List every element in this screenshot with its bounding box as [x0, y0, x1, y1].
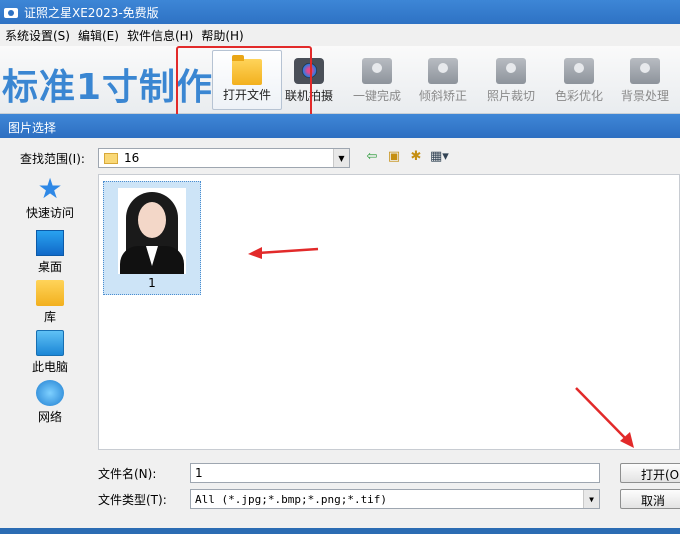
folder-icon	[104, 152, 118, 164]
file-name: 1	[148, 276, 156, 290]
camera-capture-label: 联机拍摄	[284, 89, 333, 103]
toolbar: 标准1寸制作 打开文件 联机拍摄 一键完成 倾斜矫正 照片裁切 色彩优化 背景处…	[0, 46, 680, 114]
place-label: 网络	[37, 410, 62, 424]
file-name-label: 文件名(N):	[98, 467, 157, 481]
up-folder-icon[interactable]: ▣	[386, 149, 402, 165]
menu-edit[interactable]: 编辑(E)	[75, 27, 122, 44]
color-optimize-label: 色彩优化	[554, 89, 603, 103]
color-icon	[564, 58, 594, 84]
star-icon: ★	[37, 172, 63, 205]
title-bar: 证照之星XE2023-免费版	[0, 0, 680, 24]
open-button[interactable]: 打开(O)	[620, 463, 680, 483]
crop-icon	[496, 58, 526, 84]
library-icon	[36, 280, 64, 306]
file-dialog: 查找范围(I): 16 ▼ ⇦ ▣ ✱ ▦▾ ★ 快速访问 桌面 库 此电脑 网…	[0, 138, 680, 528]
place-label: 快速访问	[25, 206, 74, 220]
places-bar: ★ 快速访问 桌面 库 此电脑 网络	[20, 172, 80, 432]
one-click-button[interactable]: 一键完成	[342, 50, 412, 110]
window-title: 证照之星XE2023-免费版	[24, 5, 159, 20]
place-desktop[interactable]: 桌面	[20, 230, 80, 275]
photo-crop-button[interactable]: 照片裁切	[476, 50, 546, 110]
file-type-value: All (*.jpg;*.bmp;*.png;*.tif)	[195, 493, 388, 506]
file-item[interactable]: 1	[103, 181, 201, 295]
camera-capture-button[interactable]: 联机拍摄	[274, 50, 344, 110]
background-process-button[interactable]: 背景处理	[610, 50, 680, 110]
back-arrow-icon[interactable]: ⇦	[364, 149, 380, 165]
file-type-label: 文件类型(T):	[98, 493, 167, 507]
menu-system-settings[interactable]: 系统设置(S)	[2, 27, 73, 44]
open-file-button[interactable]: 打开文件	[212, 50, 282, 110]
place-quick-access[interactable]: ★ 快速访问	[20, 172, 80, 221]
open-file-label: 打开文件	[222, 88, 271, 102]
menu-help[interactable]: 帮助(H)	[198, 27, 246, 44]
brand-title: 标准1寸制作	[2, 67, 214, 108]
photo-thumbnail	[118, 188, 186, 274]
new-folder-icon[interactable]: ✱	[408, 149, 424, 165]
look-in-value: 16	[124, 151, 140, 165]
desktop-icon	[36, 230, 64, 256]
cancel-button[interactable]: 取消	[620, 489, 680, 509]
color-optimize-button[interactable]: 色彩优化	[544, 50, 614, 110]
place-label: 库	[43, 310, 56, 324]
folder-icon	[232, 55, 262, 85]
computer-icon	[36, 330, 64, 356]
file-type-select[interactable]: All (*.jpg;*.bmp;*.png;*.tif) ▼	[190, 489, 600, 509]
menu-software-info[interactable]: 软件信息(H)	[124, 27, 196, 44]
look-in-label: 查找范围(I):	[20, 152, 85, 166]
chevron-down-icon[interactable]: ▼	[583, 490, 599, 508]
tilt-correction-label: 倾斜矫正	[418, 89, 467, 103]
look-in-combo[interactable]: 16 ▼	[98, 148, 350, 168]
network-icon	[36, 380, 64, 406]
menu-bar: 系统设置(S) 编辑(E) 软件信息(H) 帮助(H)	[0, 24, 680, 46]
nav-toolbar: ⇦ ▣ ✱ ▦▾	[364, 149, 449, 165]
film-icon	[362, 58, 392, 84]
place-network[interactable]: 网络	[20, 380, 80, 425]
file-list[interactable]: 1	[98, 174, 680, 450]
view-menu-icon[interactable]: ▦▾	[430, 149, 449, 165]
photo-crop-label: 照片裁切	[486, 89, 535, 103]
background-icon	[630, 58, 660, 84]
place-library[interactable]: 库	[20, 280, 80, 325]
dialog-title: 图片选择	[0, 114, 680, 138]
chevron-down-icon[interactable]: ▼	[333, 149, 349, 167]
tilt-correction-button[interactable]: 倾斜矫正	[408, 50, 478, 110]
one-click-label: 一键完成	[352, 89, 401, 103]
place-label: 桌面	[37, 260, 62, 274]
app-icon	[4, 5, 18, 19]
background-process-label: 背景处理	[620, 89, 669, 103]
camera-icon	[294, 58, 324, 84]
tilt-icon	[428, 58, 458, 84]
file-name-input[interactable]	[190, 463, 600, 483]
place-label: 此电脑	[31, 360, 68, 374]
place-this-pc[interactable]: 此电脑	[20, 330, 80, 375]
